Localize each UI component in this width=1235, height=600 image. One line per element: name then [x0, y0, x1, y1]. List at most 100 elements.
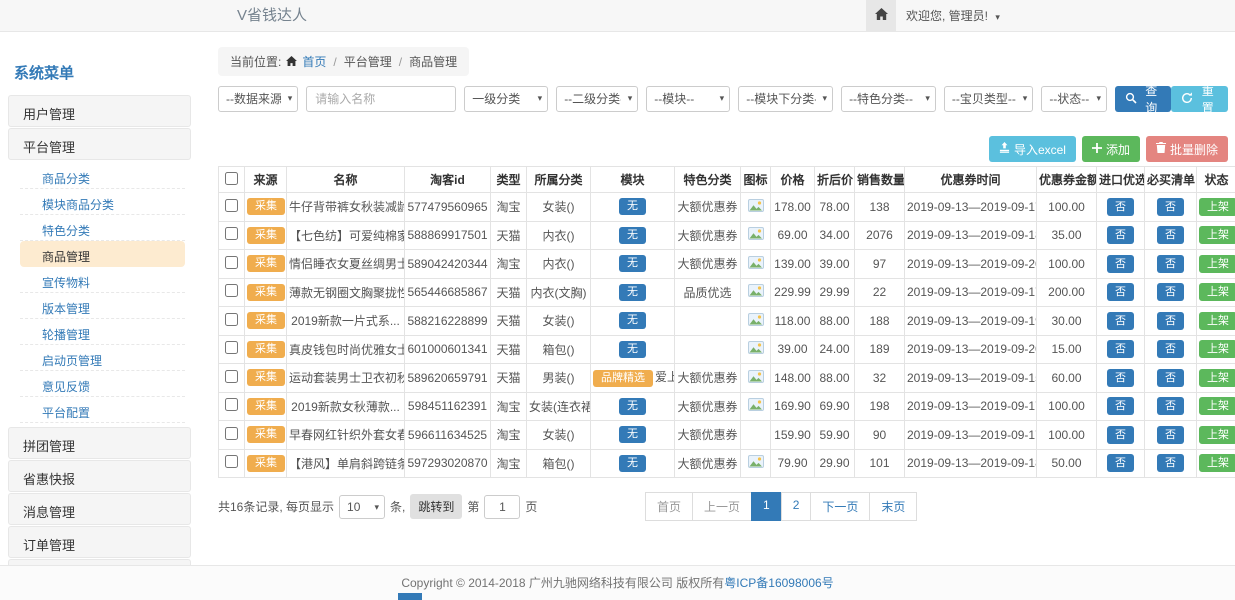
- sidebar-group[interactable]: 消息管理: [8, 493, 191, 525]
- filter-select-input[interactable]: --模块--: [646, 86, 730, 112]
- row-checkbox[interactable]: [225, 313, 238, 326]
- filter-select-input[interactable]: --数据来源--: [218, 86, 298, 112]
- status-button[interactable]: 上架: [1199, 198, 1235, 216]
- must-buy-toggle[interactable]: 否: [1157, 198, 1184, 216]
- sidebar-submenu: 商品分类模块商品分类特色分类商品管理宣传物料版本管理轮播管理启动页管理意见反馈平…: [8, 161, 191, 427]
- sidebar-group[interactable]: 订单管理: [8, 526, 191, 558]
- row-checkbox[interactable]: [225, 427, 238, 440]
- sidebar-subitem[interactable]: 宣传物料: [20, 267, 185, 293]
- status-button[interactable]: 上架: [1199, 312, 1235, 330]
- status-button[interactable]: 上架: [1199, 397, 1235, 415]
- home-button[interactable]: [866, 0, 896, 31]
- per-page-select-input[interactable]: 10: [339, 495, 385, 519]
- import-select-toggle[interactable]: 否: [1107, 397, 1134, 415]
- import-select-cell: 否: [1097, 421, 1145, 450]
- import-select-toggle[interactable]: 否: [1107, 255, 1134, 273]
- must-buy-toggle[interactable]: 否: [1157, 312, 1184, 330]
- import-select-toggle[interactable]: 否: [1107, 283, 1134, 301]
- must-buy-toggle[interactable]: 否: [1157, 426, 1184, 444]
- jump-button[interactable]: 跳转到: [410, 494, 462, 519]
- pager-button[interactable]: 首页: [645, 492, 693, 521]
- taoke-id-cell: 601000601341: [405, 335, 491, 364]
- import-excel-button[interactable]: 导入excel: [989, 136, 1076, 162]
- status-button[interactable]: 上架: [1199, 283, 1235, 301]
- must-buy-toggle[interactable]: 否: [1157, 397, 1184, 415]
- status-button[interactable]: 上架: [1199, 226, 1235, 244]
- icp-link[interactable]: 粤ICP备16098006号: [724, 576, 833, 590]
- icon-cell: [741, 250, 771, 279]
- row-checkbox[interactable]: [225, 398, 238, 411]
- row-checkbox[interactable]: [225, 455, 238, 468]
- import-select-toggle[interactable]: 否: [1107, 454, 1134, 472]
- source-badge: 采集: [247, 369, 285, 386]
- breadcrumb-home-link[interactable]: 首页: [302, 53, 326, 70]
- row-checkbox[interactable]: [225, 370, 238, 383]
- must-buy-cell: 否: [1145, 307, 1197, 336]
- pager-button[interactable]: 末页: [869, 492, 917, 521]
- user-menu[interactable]: 欢迎您, 管理员! ▾: [906, 0, 1000, 33]
- import-select-toggle[interactable]: 否: [1107, 312, 1134, 330]
- welcome-text: 欢迎您, 管理员!: [906, 9, 988, 23]
- sales-cell: 138: [855, 193, 905, 222]
- sidebar-subitem-active[interactable]: 商品管理: [20, 241, 185, 267]
- row-select-cell: [219, 335, 245, 364]
- filter-bar: --数据来源--▾一级分类▾--二级分类--▾--模块--▾--模块下分类--▾…: [218, 86, 1228, 112]
- pager-button[interactable]: 上一页: [692, 492, 752, 521]
- import-select-toggle[interactable]: 否: [1107, 426, 1134, 444]
- sidebar-subitem[interactable]: 版本管理: [20, 293, 185, 319]
- sidebar-subitem[interactable]: 意见反馈: [20, 371, 185, 397]
- status-button[interactable]: 上架: [1199, 426, 1235, 444]
- filter-select-input[interactable]: --特色分类--: [841, 86, 936, 112]
- filter-select-input[interactable]: --二级分类--: [556, 86, 638, 112]
- sidebar-group[interactable]: 拼团管理: [8, 427, 191, 459]
- row-checkbox[interactable]: [225, 284, 238, 297]
- sidebar-group[interactable]: 平台管理: [8, 128, 191, 160]
- sidebar-subitem[interactable]: 特色分类: [20, 215, 185, 241]
- status-button[interactable]: 上架: [1199, 255, 1235, 273]
- column-header: 图标: [741, 167, 771, 193]
- row-checkbox[interactable]: [225, 227, 238, 240]
- reset-button[interactable]: 重置: [1171, 86, 1228, 112]
- batch-delete-button[interactable]: 批量删除: [1146, 136, 1228, 162]
- must-buy-toggle[interactable]: 否: [1157, 283, 1184, 301]
- name-search-input[interactable]: [306, 86, 456, 112]
- filter-select-input[interactable]: --状态--: [1041, 86, 1107, 112]
- import-select-toggle[interactable]: 否: [1107, 340, 1134, 358]
- select-all-checkbox[interactable]: [225, 172, 238, 185]
- add-button[interactable]: 添加: [1082, 136, 1140, 162]
- status-button[interactable]: 上架: [1199, 340, 1235, 358]
- status-button[interactable]: 上架: [1199, 369, 1235, 387]
- must-buy-toggle[interactable]: 否: [1157, 255, 1184, 273]
- must-buy-toggle[interactable]: 否: [1157, 369, 1184, 387]
- sidebar-subitem[interactable]: 模块商品分类: [20, 189, 185, 215]
- pager-button[interactable]: 1: [751, 492, 782, 521]
- must-buy-toggle[interactable]: 否: [1157, 340, 1184, 358]
- must-buy-toggle[interactable]: 否: [1157, 226, 1184, 244]
- sidebar-group[interactable]: 省惠快报: [8, 460, 191, 492]
- import-select-toggle[interactable]: 否: [1107, 369, 1134, 387]
- jump-page-input[interactable]: [484, 495, 520, 519]
- filter-select-input[interactable]: 一级分类: [464, 86, 548, 112]
- sidebar-subitem[interactable]: 启动页管理: [20, 345, 185, 371]
- column-header: 状态: [1197, 167, 1235, 193]
- row-checkbox[interactable]: [225, 341, 238, 354]
- import-select-toggle[interactable]: 否: [1107, 226, 1134, 244]
- sidebar-subitem[interactable]: 平台配置: [20, 397, 185, 423]
- sidebar-subitem[interactable]: 商品分类: [20, 163, 185, 189]
- search-button[interactable]: 查询: [1115, 86, 1172, 112]
- discount-price-cell: 29.99: [815, 278, 855, 307]
- sidebar-subitem[interactable]: 轮播管理: [20, 319, 185, 345]
- sidebar-title: 系统菜单: [8, 54, 191, 95]
- filter-select-input[interactable]: --宝贝类型--: [944, 86, 1033, 112]
- status-button[interactable]: 上架: [1199, 454, 1235, 472]
- row-checkbox[interactable]: [225, 199, 238, 212]
- must-buy-toggle[interactable]: 否: [1157, 454, 1184, 472]
- must-buy-cell: 否: [1145, 421, 1197, 450]
- filter-select-input[interactable]: --模块下分类--: [738, 86, 833, 112]
- pager-button[interactable]: 下一页: [810, 492, 870, 521]
- category-cell: 箱包(): [527, 449, 591, 478]
- pager-button[interactable]: 2: [781, 492, 812, 521]
- import-select-toggle[interactable]: 否: [1107, 198, 1134, 216]
- row-checkbox[interactable]: [225, 256, 238, 269]
- sidebar-group[interactable]: 用户管理: [8, 95, 191, 127]
